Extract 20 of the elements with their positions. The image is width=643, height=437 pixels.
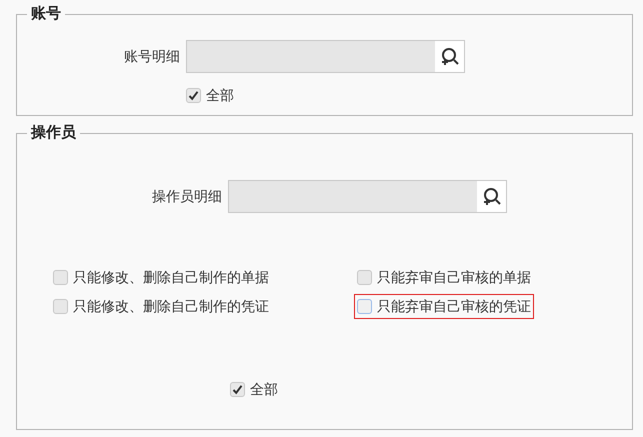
checkbox-option[interactable]: 全部 xyxy=(183,83,237,108)
checkbox[interactable] xyxy=(357,270,372,285)
checkbox-option[interactable]: 只能修改、删除自己制作的单据 xyxy=(50,265,272,290)
checkbox-label: 全部 xyxy=(250,380,278,399)
checkbox[interactable] xyxy=(357,299,372,314)
checkbox-option[interactable]: 全部 xyxy=(227,377,281,402)
checkbox-label: 只能弃审自己审核的单据 xyxy=(377,268,531,287)
checkbox-label: 全部 xyxy=(206,86,234,105)
field-label: 账号明细 xyxy=(123,47,181,66)
checkbox-option[interactable]: 只能修改、删除自己制作的凭证 xyxy=(50,294,272,319)
checkbox[interactable] xyxy=(53,299,68,314)
checkbox[interactable] xyxy=(53,270,68,285)
checkbox-option[interactable]: 只能弃审自己审核的凭证 xyxy=(354,294,534,319)
checkbox[interactable] xyxy=(230,382,245,397)
checkbox-label: 只能弃审自己审核的凭证 xyxy=(377,297,531,316)
checkbox-label: 只能修改、删除自己制作的凭证 xyxy=(73,297,269,316)
checkbox-option[interactable]: 只能弃审自己审核的单据 xyxy=(354,265,534,290)
checkbox-label: 只能修改、删除自己制作的单据 xyxy=(73,268,269,287)
checkbox[interactable] xyxy=(186,88,201,103)
field-label: 操作员明细 xyxy=(151,187,223,206)
